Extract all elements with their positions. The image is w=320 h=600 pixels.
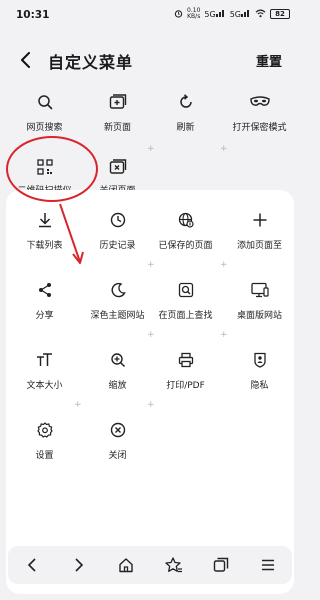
tabs-icon <box>213 557 229 572</box>
nav-menu-button[interactable] <box>256 553 280 577</box>
bookmark-star-icon <box>164 557 182 573</box>
annotation-arrow <box>59 203 84 264</box>
nav-tabs-button[interactable] <box>209 553 233 577</box>
home-icon <box>119 558 134 573</box>
nav-home-button[interactable] <box>114 553 138 577</box>
back-arrow-icon <box>27 558 36 572</box>
nav-back-button[interactable] <box>20 553 44 577</box>
nav-forward-button[interactable] <box>67 553 91 577</box>
nav-bookmarks-button[interactable] <box>162 553 186 577</box>
bottom-nav-bar <box>8 546 292 584</box>
menu-icon <box>262 559 275 571</box>
forward-arrow-icon <box>75 558 84 572</box>
